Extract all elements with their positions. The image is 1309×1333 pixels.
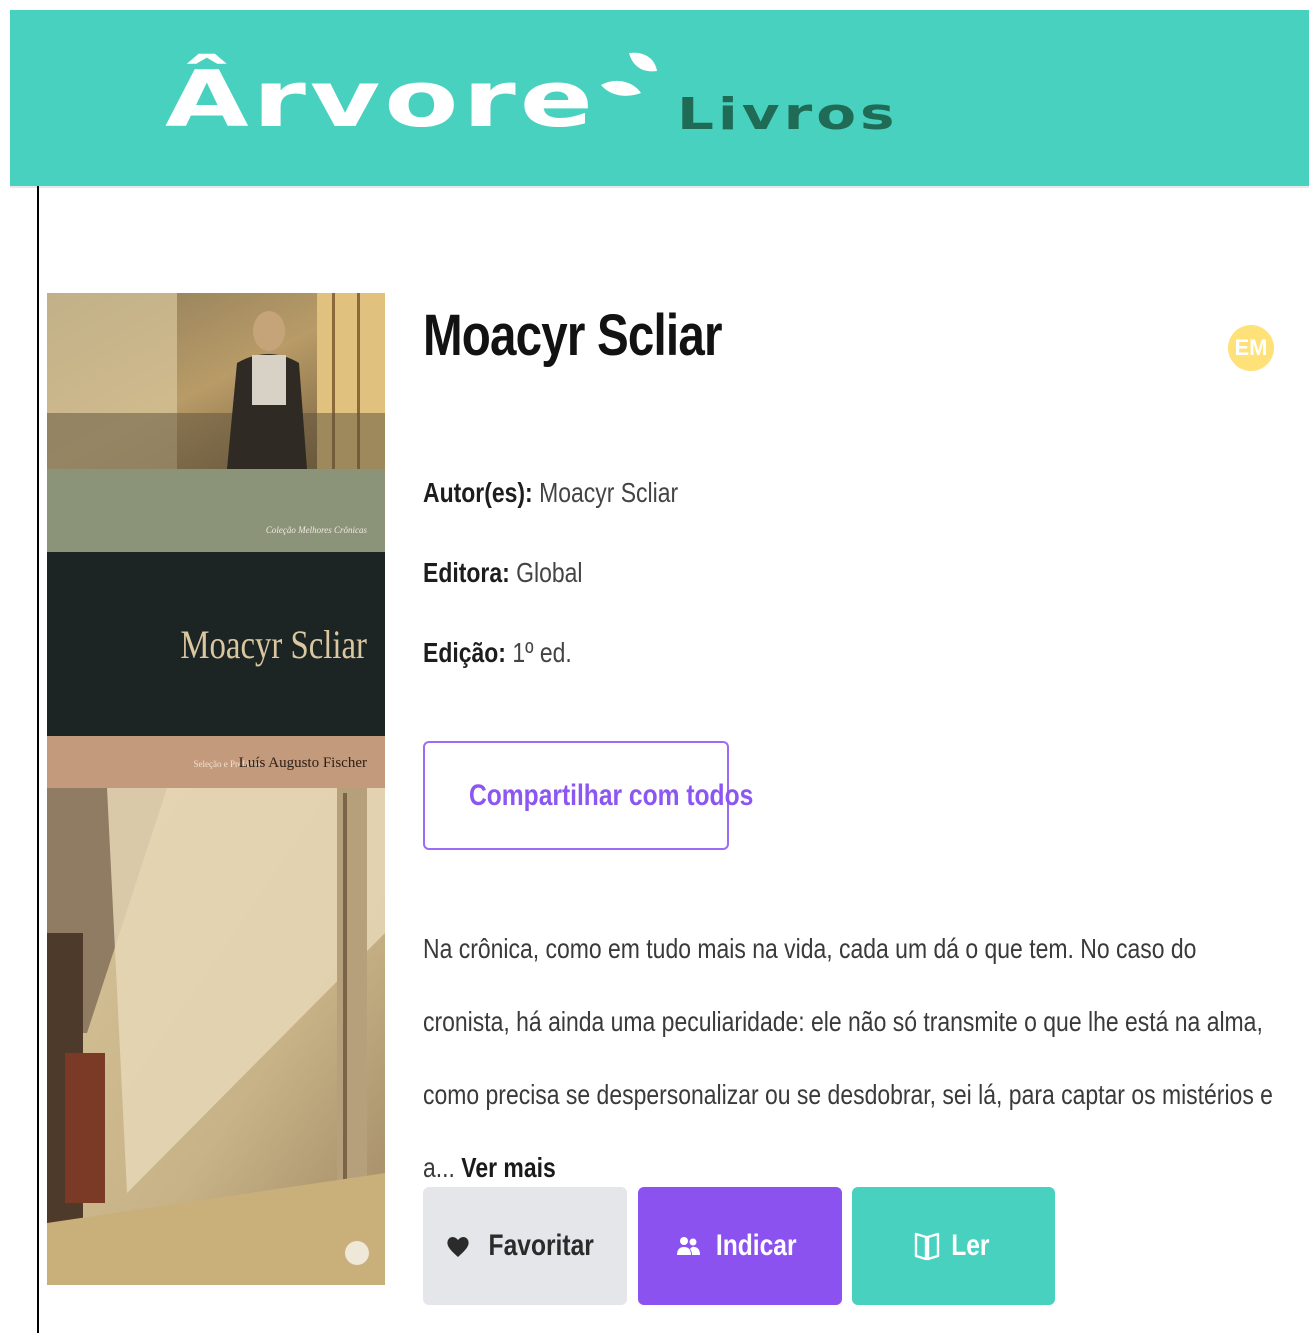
- users-icon: [676, 1237, 700, 1255]
- recommend-label: Indicar: [715, 1229, 797, 1262]
- left-border-line: [37, 186, 39, 1333]
- publisher-value: Global: [516, 557, 583, 588]
- arvore-logo[interactable]: Ârvore Livros: [165, 30, 899, 170]
- book-title: Moacyr Scliar: [423, 303, 722, 368]
- share-with-all-button[interactable]: Compartilhar com todos: [423, 741, 753, 850]
- logo-subtitle: Livros: [676, 88, 899, 140]
- top-header: Ârvore Livros: [10, 10, 1309, 186]
- authors-label: Autor(es):: [423, 477, 533, 508]
- read-button[interactable]: Ler: [852, 1187, 1055, 1305]
- cover-author: Moacyr Scliar: [180, 622, 367, 667]
- logo-wordmark: Ârvore: [165, 54, 597, 145]
- book-cover: Coleção Melhores Crônicas Moacyr Scliar …: [47, 293, 385, 1285]
- level-badge: EM: [1228, 325, 1274, 371]
- open-book-icon: [914, 1232, 940, 1261]
- recommend-button[interactable]: Indicar: [638, 1187, 842, 1305]
- share-button-label: Compartilhar com todos: [469, 778, 754, 812]
- description-text: Na crônica, como em tudo mais na vida, c…: [423, 933, 1273, 1183]
- authors-row: Autor(es): Moacyr Scliar: [423, 477, 678, 509]
- cover-collection: Coleção Melhores Crônicas: [266, 525, 368, 535]
- cover-selector: Luís Augusto Fischer: [239, 755, 367, 771]
- authors-value: Moacyr Scliar: [539, 477, 679, 508]
- heart-icon: [447, 1237, 469, 1257]
- publisher-logo-icon: [345, 1241, 369, 1265]
- read-label: Ler: [951, 1229, 990, 1262]
- favorite-label: Favoritar: [488, 1229, 594, 1262]
- publisher-row: Editora: Global: [423, 557, 582, 589]
- book-description: Na crônica, como em tudo mais na vida, c…: [423, 912, 1284, 1204]
- favorite-button[interactable]: Favoritar: [423, 1187, 627, 1305]
- publisher-label: Editora:: [423, 557, 510, 588]
- edition-row: Edição: 1º ed.: [423, 637, 572, 669]
- edition-label: Edição:: [423, 637, 506, 668]
- see-more-link[interactable]: Ver mais: [461, 1152, 555, 1183]
- edition-value: 1º ed.: [512, 637, 572, 668]
- header-divider: [10, 186, 1309, 188]
- leaf-icon: [600, 52, 657, 96]
